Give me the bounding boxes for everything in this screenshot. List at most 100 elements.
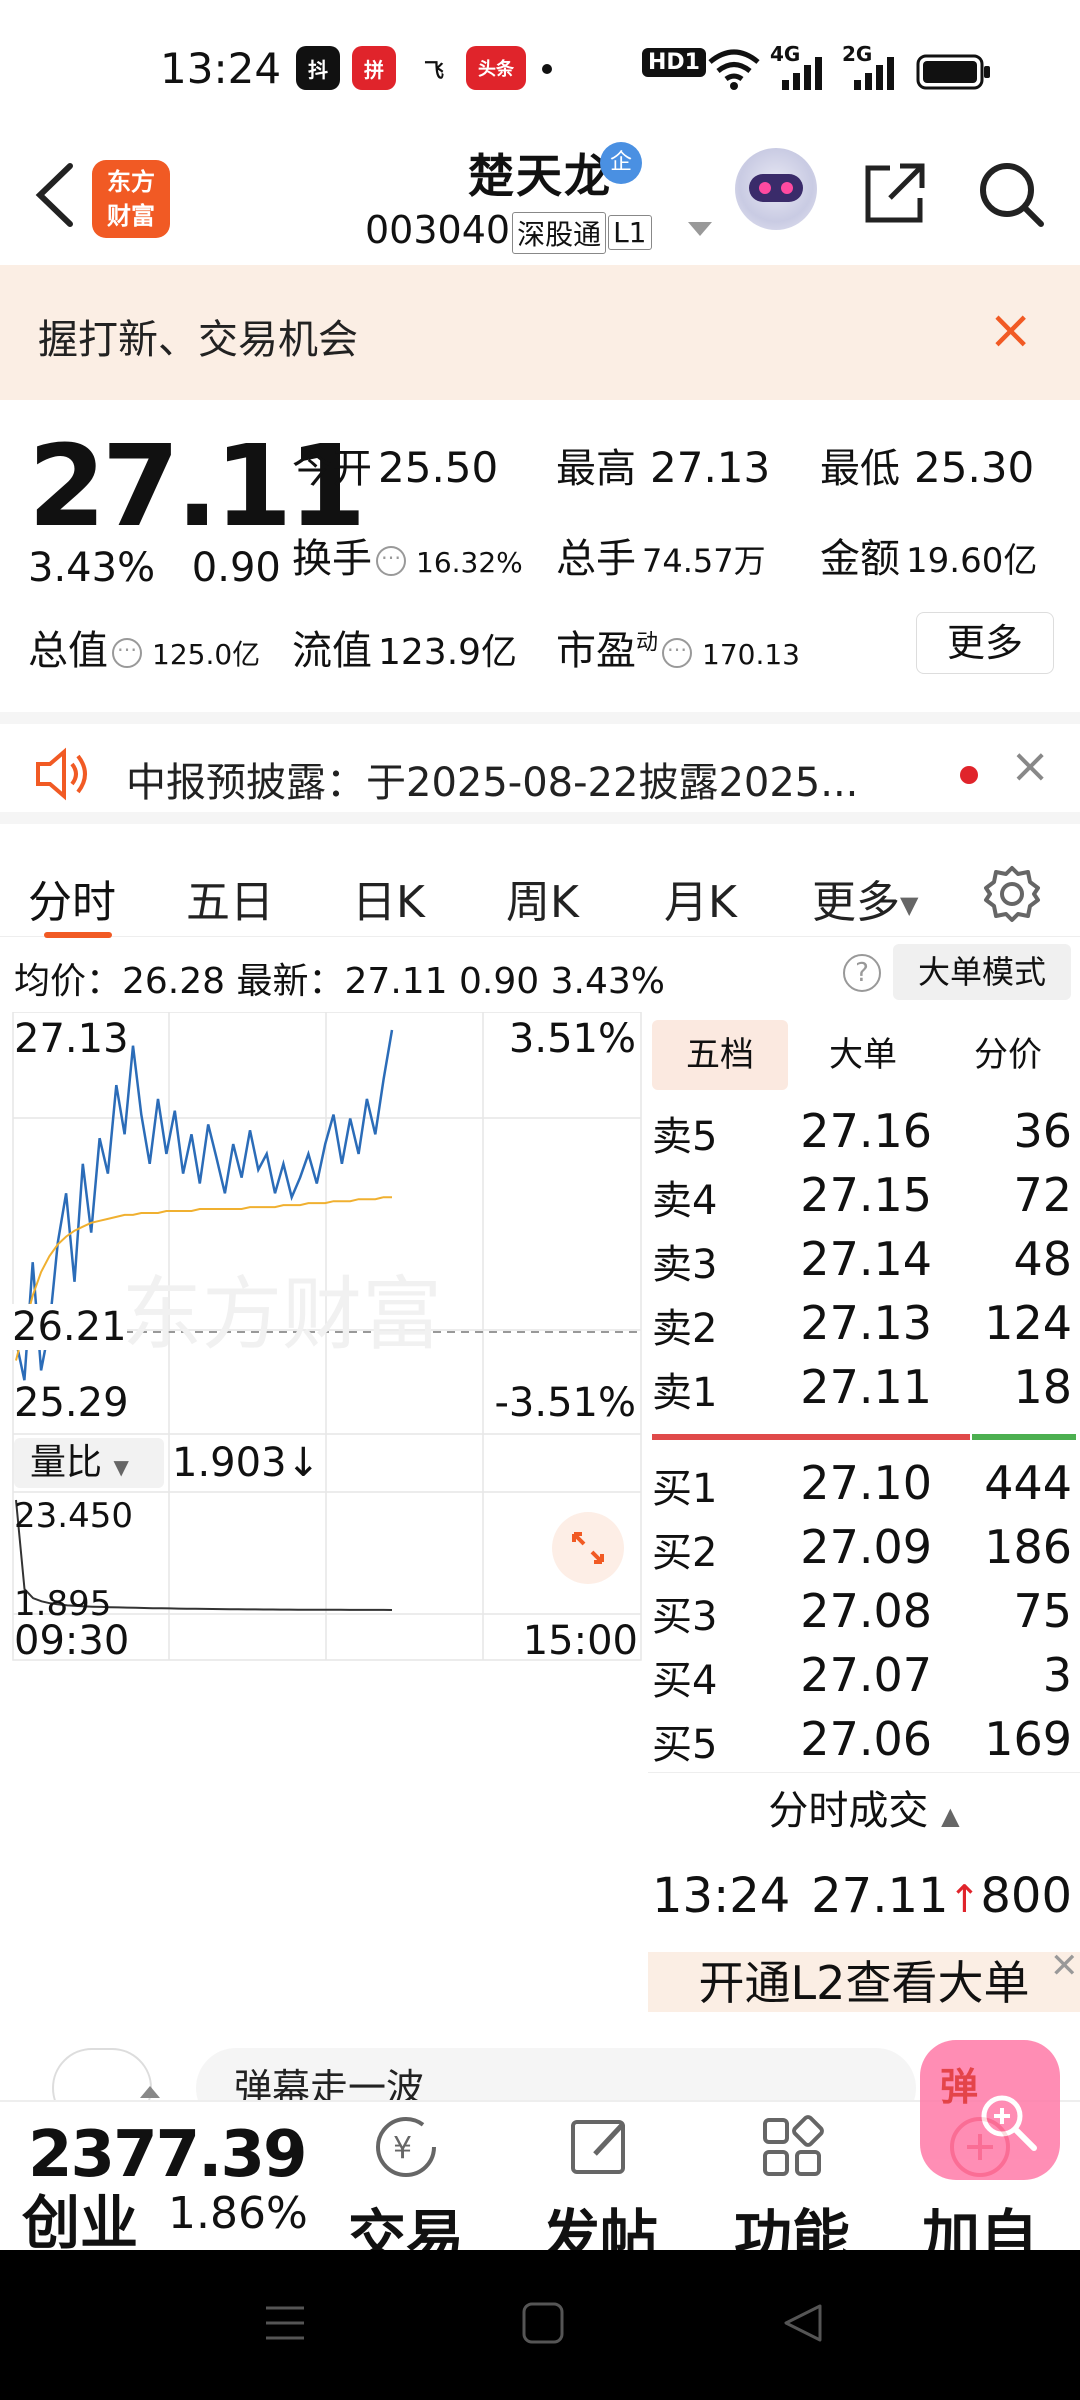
average-price-bar: 均价：26.28 最新：27.11 0.90 3.43% ? 大单模式 xyxy=(0,940,1080,1010)
douyin-icon: 抖 xyxy=(296,46,340,90)
caret-up-icon: ▲ xyxy=(941,1802,960,1830)
pct-top-label: 3.51% xyxy=(508,1016,636,1062)
bid-row: 买1 27.10 444 xyxy=(652,1456,1072,1512)
tick-panel: 分时成交 ▲ 13:24 27.11↑800 开通L2查看大单 ✕ xyxy=(648,1772,1080,2014)
chevron-down-icon[interactable] xyxy=(688,222,712,236)
notice-text: 中报预披露：于2025-08-22披露2025... xyxy=(126,760,859,806)
volume-item: 总手 74.57万 xyxy=(556,536,766,582)
bid-row: 买4 27.07 3 xyxy=(652,1648,1072,1704)
unread-dot xyxy=(960,766,978,784)
price-mid-label: 26.21 xyxy=(12,1304,127,1350)
tab-more[interactable]: 更多▼ xyxy=(812,866,918,930)
float-cap-item: 流值 123.9亿 xyxy=(292,628,518,674)
pinduoduo-icon: 拼 xyxy=(352,46,396,90)
feishu-icon: 飞 xyxy=(412,46,456,90)
index-name[interactable]: 创业 xyxy=(22,2176,138,2260)
share-icon[interactable] xyxy=(860,158,930,228)
ask-row: 卖1 27.11 18 xyxy=(652,1360,1072,1416)
promo-banner[interactable]: 握打新、交易机会 × xyxy=(0,265,1080,400)
stock-code: 003040 xyxy=(365,208,511,252)
tab-monthly-k[interactable]: 月K xyxy=(664,866,737,930)
high-item: 最高 27.13 xyxy=(556,443,771,492)
bid-row: 买5 27.06 169 xyxy=(652,1712,1072,1768)
info-icon[interactable] xyxy=(112,632,142,668)
system-nav-bar xyxy=(0,2250,1080,2400)
zoom-icon xyxy=(981,2095,1037,2151)
bid-row: 买2 27.09 186 xyxy=(652,1520,1072,1576)
change-value: 0.90 xyxy=(191,545,281,591)
expand-icon[interactable] xyxy=(552,1512,624,1584)
home-nav-icon[interactable] xyxy=(520,2300,566,2346)
enterprise-badge: 企 xyxy=(600,142,642,184)
market-cap-item: 总值125.0亿 xyxy=(28,618,260,676)
notice-close-button[interactable]: × xyxy=(1010,738,1050,794)
tab-big-order[interactable]: 大单 xyxy=(798,1020,928,1090)
menu-nav-icon[interactable] xyxy=(262,2300,308,2346)
chart-tabs: 分时 五日 日K 周K 月K 更多▼ xyxy=(0,812,1080,938)
tab-intraday[interactable]: 分时 xyxy=(28,866,116,930)
banner-close-button[interactable]: × xyxy=(988,303,1033,357)
wifi-icon xyxy=(708,49,760,90)
bottom-toolbar: 2377.39 创业 1.86% ¥ 交易 发帖 功能 加自 xyxy=(0,2086,1080,2271)
notice-bar[interactable]: 中报预披露：于2025-08-22披露2025... × xyxy=(0,712,1080,812)
change-percent: 3.43% xyxy=(28,545,156,591)
back-nav-icon[interactable] xyxy=(780,2300,826,2346)
big-order-mode-button[interactable]: 大单模式 xyxy=(893,944,1071,1000)
info-icon[interactable] xyxy=(662,632,693,668)
status-bar: 13:24 抖 拼 飞 头条 HD1 4G 2G xyxy=(0,0,1080,130)
tab-price-distribution[interactable]: 分价 xyxy=(938,1020,1078,1090)
settings-gear-icon[interactable] xyxy=(982,864,1042,924)
ask-row: 卖4 27.15 72 xyxy=(652,1168,1072,1224)
battery-icon xyxy=(916,54,990,90)
search-icon[interactable] xyxy=(975,158,1047,230)
tick-trade: 27.11↑800 xyxy=(811,1868,1072,1924)
ticks-title[interactable]: 分时成交 ▲ xyxy=(648,1778,1080,1836)
speaker-icon xyxy=(36,747,87,801)
bid-ask-ratio-bar xyxy=(652,1434,1076,1440)
tab-five-level[interactable]: 五档 xyxy=(652,1020,788,1090)
active-tab-indicator xyxy=(44,932,112,938)
tab-weekly-k[interactable]: 周K xyxy=(506,866,579,930)
more-button[interactable]: 更多 xyxy=(916,612,1054,674)
info-icon[interactable] xyxy=(376,540,406,576)
order-book: 五档 大单 分价 卖5 27.16 36 卖4 27.15 72 卖3 27.14 48 卖… xyxy=(648,1012,1080,1772)
index-percent[interactable]: 1.86% xyxy=(168,2188,308,2239)
dropdown-icon: ▼ xyxy=(113,1455,129,1479)
help-icon[interactable]: ? xyxy=(843,954,881,992)
dropdown-icon: ▼ xyxy=(900,891,919,919)
stock-code-line: 003040 深股通 L1 xyxy=(365,208,652,254)
time-end-label: 15:00 xyxy=(522,1618,638,1664)
intraday-chart[interactable]: 东方财富 27.13 26.21 25.29 3.51% -3.51% 量比 ▼… xyxy=(12,1011,642,1664)
status-time: 13:24 xyxy=(160,44,282,93)
edit-icon xyxy=(571,2120,625,2174)
ask-row: 卖5 27.16 36 xyxy=(652,1104,1072,1160)
trade-icon: ¥ xyxy=(376,2117,436,2177)
order-book-tabs: 五档 大单 分价 xyxy=(648,1016,1080,1090)
comment-row: 弹幕走一波 xyxy=(0,2012,1080,2128)
price-bottom-label: 25.29 xyxy=(14,1380,129,1426)
pct-bottom-label: -3.51% xyxy=(494,1380,636,1426)
tab-daily-k[interactable]: 日K xyxy=(352,866,425,930)
signal-icon-1 xyxy=(782,57,822,90)
l2-close-icon[interactable]: ✕ xyxy=(1050,1946,1079,1986)
grid-icon xyxy=(763,2115,824,2176)
pe-item: 市盈动170.13 xyxy=(556,618,800,676)
l2-upgrade-banner[interactable]: 开通L2查看大单 xyxy=(648,1952,1080,2014)
low-item: 最低 25.30 xyxy=(820,443,1035,492)
amount-item: 金额 19.60亿 xyxy=(820,536,1038,582)
stock-header: 东方 财富 楚天龙 企 003040 深股通 L1 xyxy=(0,130,1080,265)
ai-assistant-icon[interactable] xyxy=(735,148,817,230)
volume-ratio-value: 1.903↓ xyxy=(172,1440,321,1486)
tab-five-day[interactable]: 五日 xyxy=(186,866,274,930)
shenzhen-connect-tag: 深股通 xyxy=(512,211,607,254)
svg-text:¥: ¥ xyxy=(393,2131,412,2166)
open-item: 今开 25.50 xyxy=(292,443,499,492)
level-tag: L1 xyxy=(608,215,652,250)
volume-ratio-selector[interactable]: 量比 ▼ xyxy=(14,1438,164,1488)
turnover-item: 换手16.32% xyxy=(292,526,523,584)
watermark: 东方财富 xyxy=(122,1268,442,1361)
hd-icon: HD1 xyxy=(642,48,706,77)
floating-danmu-button[interactable]: 弹 xyxy=(920,2040,1060,2180)
caret-up-icon xyxy=(140,2086,160,2098)
price-top-label: 27.13 xyxy=(14,1016,129,1062)
